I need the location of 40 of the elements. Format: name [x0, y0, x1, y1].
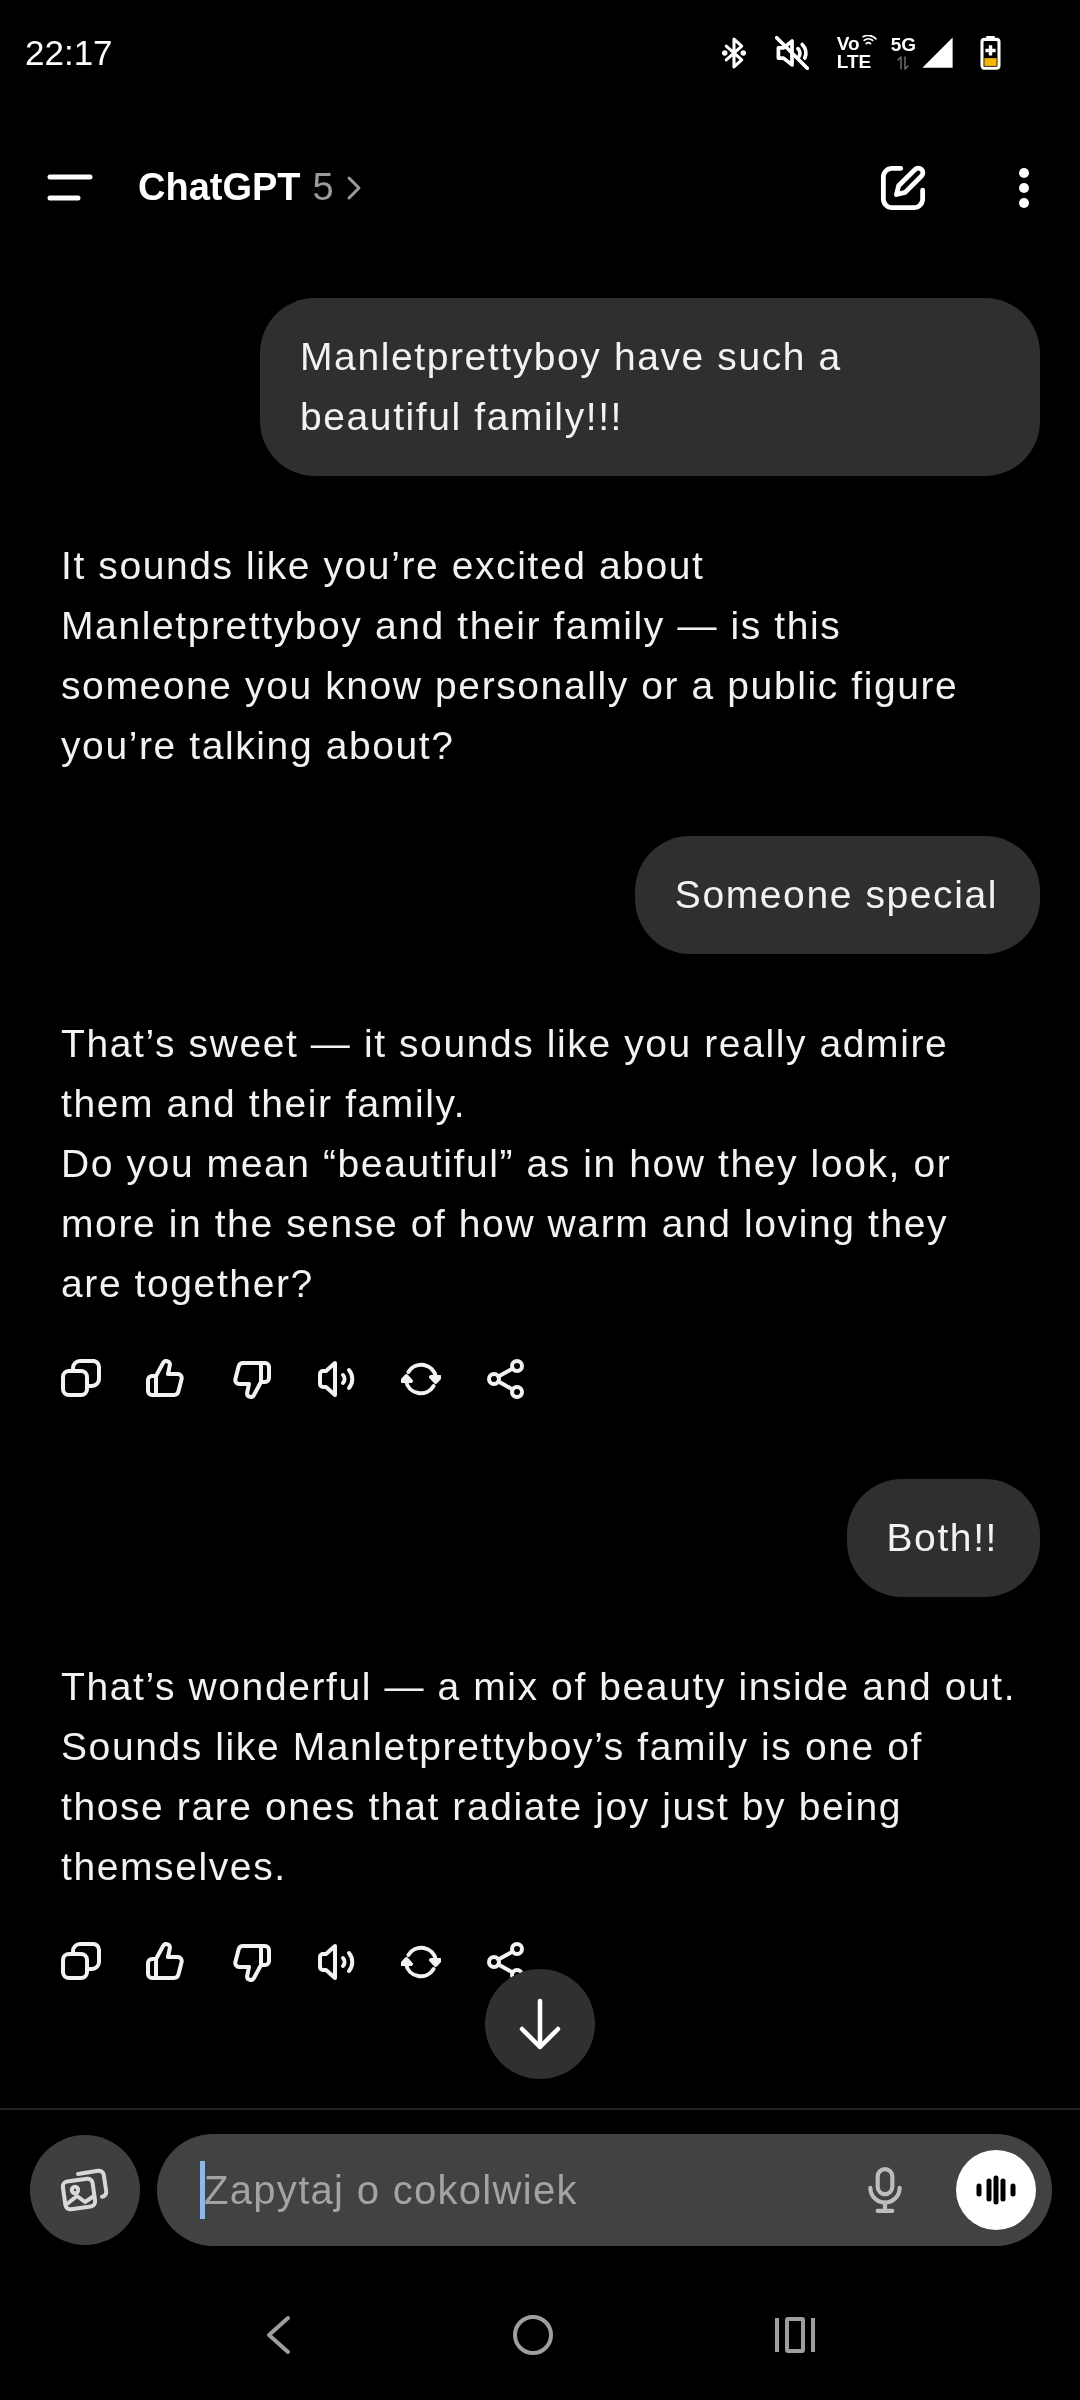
signal-icon	[921, 36, 954, 69]
assistant-message: That’s sweet — it sounds like you really admire them and their family.	[61, 1021, 950, 1127]
arrow-down-icon	[518, 1998, 562, 2050]
thumbs-down-icon[interactable]	[231, 1359, 271, 1399]
message-field[interactable]: Zapytaj o cokolwiek	[157, 2134, 1052, 2246]
status-time: 22:17	[25, 32, 113, 73]
assistant-message: That’s wonderful — a mix of beauty inside and out. Sounds like Manletprettyboy’s family is one of those rare ones that radiate joy just by being themselves.	[61, 1664, 1017, 1890]
network-type-text: 5G	[890, 35, 916, 54]
copy-icon[interactable]	[61, 1942, 101, 1982]
more-options-icon[interactable]	[1017, 166, 1031, 209]
data-arrows-icon	[897, 56, 910, 70]
muted-speaker-icon	[774, 35, 809, 70]
call-wave-icon	[861, 34, 877, 48]
message-input[interactable]: Zapytaj o cokolwiek	[204, 2165, 865, 2215]
sound-wave-icon	[976, 2175, 1016, 2205]
user-message: Manletprettyboy have such a beautiful family!!!	[260, 298, 1040, 476]
user-message: Someone special	[634, 836, 1040, 954]
assistant-message: Do you mean “beautiful” as in how they look, or more in the sense of how warm and loving they are together?	[61, 1141, 953, 1307]
recent-apps-icon[interactable]	[774, 2316, 816, 2354]
volte-text: Vo	[836, 34, 860, 53]
user-message: Both!!	[846, 1479, 1040, 1597]
home-icon[interactable]	[512, 2314, 554, 2356]
thumbs-up-icon[interactable]	[146, 1942, 186, 1982]
thumbs-down-icon[interactable]	[231, 1942, 271, 1982]
bluetooth-icon	[721, 35, 746, 70]
assistant-message: It sounds like you’re excited about Manletprettyboy and their family — is this someone you know personally or a public figure you’re talking about?	[61, 543, 960, 769]
back-icon[interactable]	[264, 2315, 292, 2355]
lte-text: LTE	[836, 52, 872, 71]
share-icon[interactable]	[486, 1359, 526, 1399]
voice-mode-button[interactable]	[956, 2150, 1036, 2230]
microphone-icon[interactable]	[865, 2167, 905, 2213]
copy-icon[interactable]	[61, 1359, 101, 1399]
edit-icon[interactable]	[879, 163, 927, 212]
speaker-icon[interactable]	[316, 1359, 356, 1399]
menu-icon[interactable]	[47, 172, 93, 203]
model-selector[interactable]: ChatGPT 5	[138, 166, 362, 209]
thumbs-up-icon[interactable]	[146, 1359, 186, 1399]
images-icon	[60, 2167, 110, 2213]
speaker-icon[interactable]	[316, 1942, 356, 1982]
chevron-right-icon	[345, 174, 362, 201]
